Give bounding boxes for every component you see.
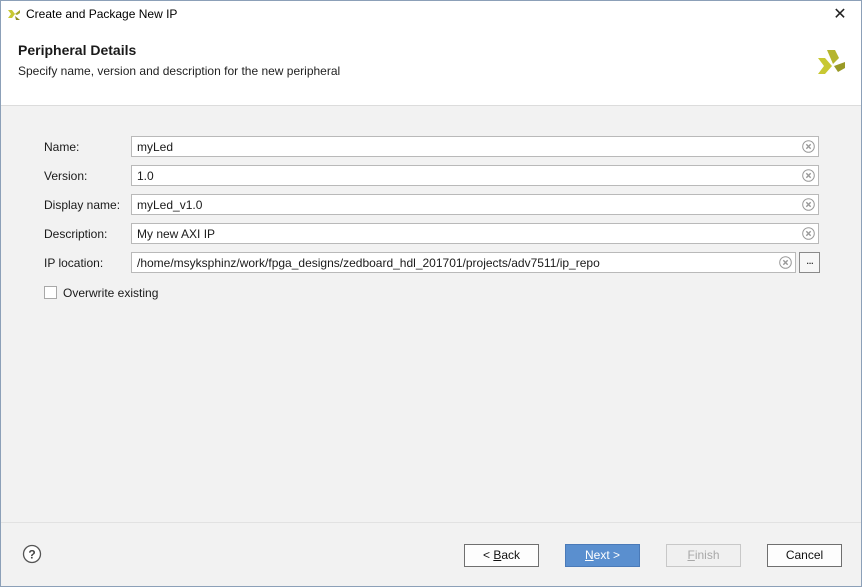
- back-rest: ack: [501, 548, 521, 562]
- back-prefix: <: [482, 548, 494, 562]
- clear-circle-icon[interactable]: [802, 198, 815, 211]
- display-name-input[interactable]: [132, 195, 787, 214]
- footer-divider: [1, 522, 861, 523]
- wizard-header: Peripheral Details Specify name, version…: [1, 29, 861, 106]
- ip-location-field[interactable]: [131, 252, 796, 273]
- name-label: Name:: [44, 140, 80, 154]
- ip-location-label: IP location:: [44, 256, 104, 270]
- finish-rest: inish: [694, 548, 720, 562]
- clear-circle-icon[interactable]: [802, 140, 815, 153]
- xilinx-logo-icon: [818, 50, 845, 74]
- version-field[interactable]: [131, 165, 819, 186]
- version-label: Version:: [44, 169, 88, 183]
- description-label: Description:: [44, 227, 108, 241]
- version-input[interactable]: [132, 166, 787, 185]
- cancel-button[interactable]: Cancel: [767, 544, 842, 567]
- help-glyph: ?: [28, 548, 35, 562]
- next-mnemonic: N: [584, 548, 594, 562]
- clear-circle-icon[interactable]: [802, 169, 815, 182]
- page-subtitle: Specify name, version and description fo…: [18, 64, 341, 78]
- clear-circle-icon[interactable]: [779, 256, 792, 269]
- dialog-window: Create and Package New IP ✕ Peripheral D…: [0, 0, 862, 587]
- ip-location-input[interactable]: [132, 253, 767, 272]
- display-name-label: Display name:: [44, 198, 121, 212]
- finish-mnemonic: F: [687, 548, 695, 562]
- page-title: Peripheral Details: [18, 42, 137, 58]
- xilinx-logo-icon: [8, 10, 20, 20]
- description-field[interactable]: [131, 223, 819, 244]
- next-rest: ext >: [593, 548, 621, 562]
- help-circle-icon[interactable]: ?: [22, 544, 42, 564]
- description-input[interactable]: [132, 224, 787, 243]
- title-bar: Create and Package New IP ✕: [1, 1, 861, 29]
- back-button[interactable]: < Back: [464, 544, 539, 567]
- finish-button[interactable]: Finish: [666, 544, 741, 567]
- overwrite-checkbox[interactable]: [44, 286, 57, 299]
- display-name-field[interactable]: [131, 194, 819, 215]
- overwrite-label[interactable]: Overwrite existing: [63, 286, 158, 300]
- browse-button[interactable]: ...: [799, 252, 820, 273]
- name-field[interactable]: [131, 136, 819, 157]
- next-button[interactable]: Next >: [565, 544, 640, 567]
- name-input[interactable]: [132, 137, 787, 156]
- close-icon[interactable]: ✕: [825, 3, 855, 27]
- clear-circle-icon[interactable]: [802, 227, 815, 240]
- window-title: Create and Package New IP: [26, 7, 178, 21]
